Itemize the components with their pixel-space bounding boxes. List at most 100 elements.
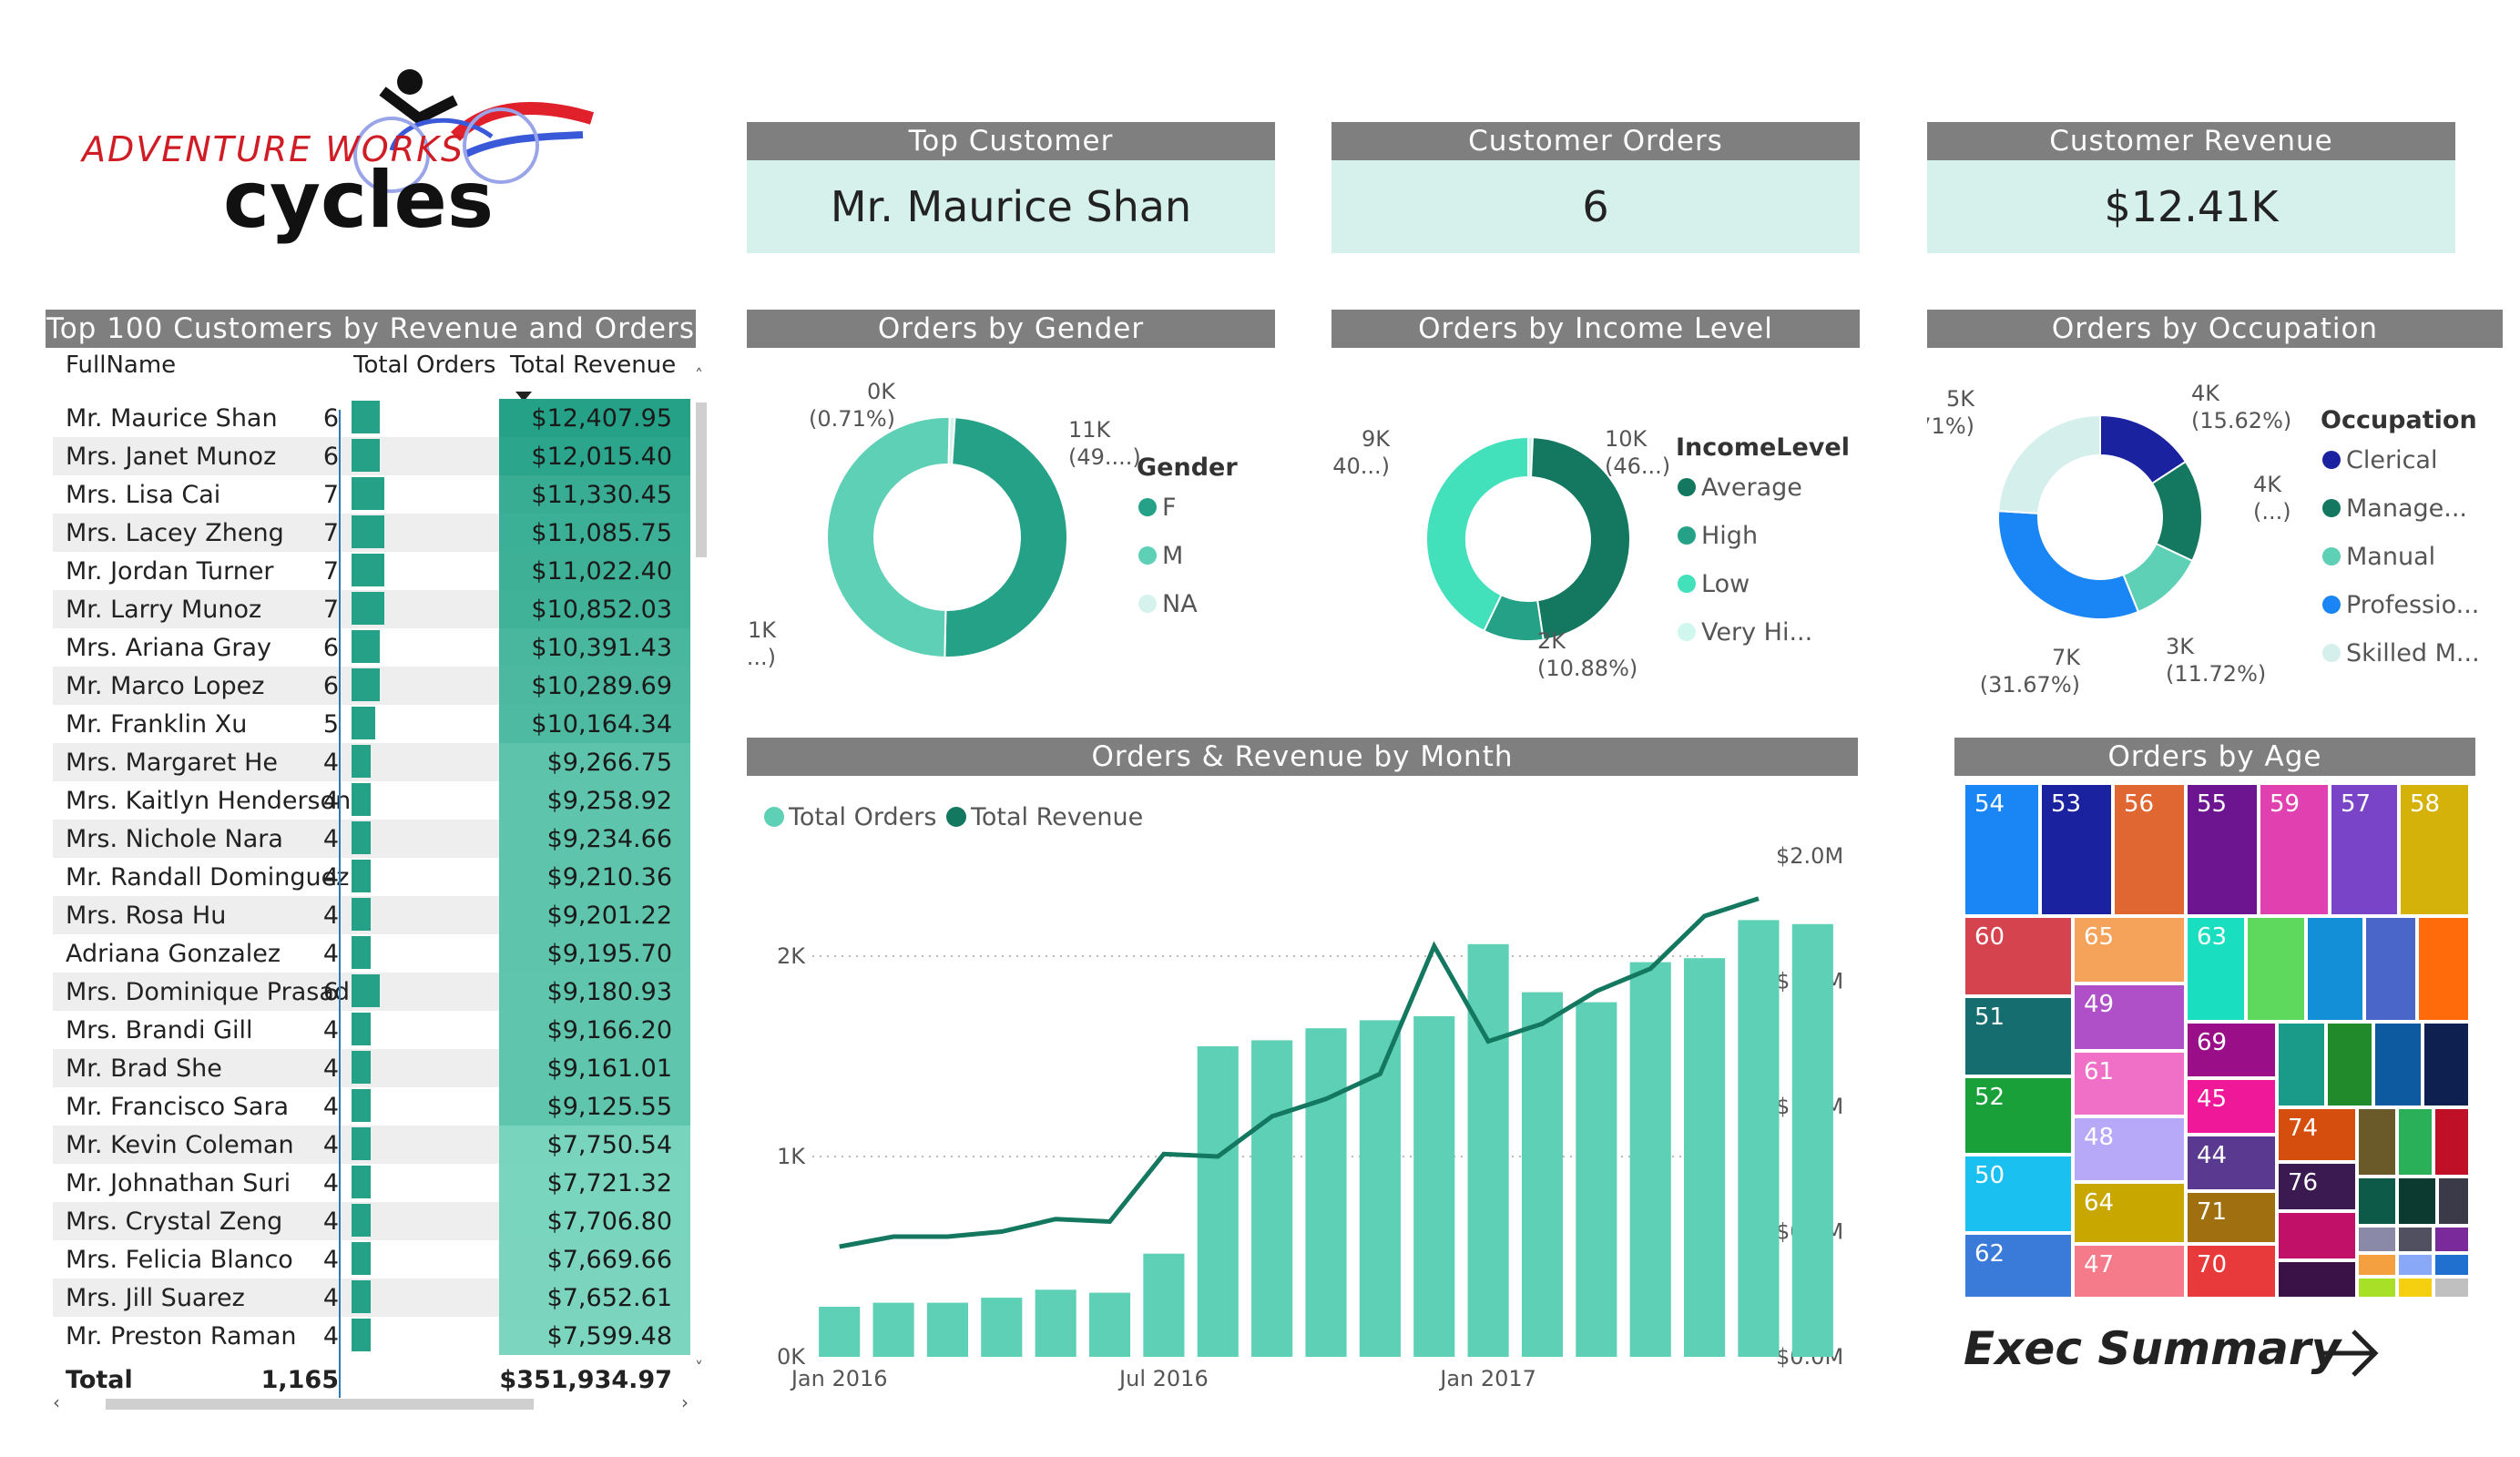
orders-bar[interactable] xyxy=(1791,923,1833,1357)
orders-bar[interactable] xyxy=(1413,1016,1455,1357)
legend-item[interactable]: Professio... xyxy=(2346,591,2479,619)
table-row[interactable]: Mrs. Dominique Prasad 6 $9,180.93 xyxy=(53,973,690,1011)
table-row[interactable]: Mr. Francisco Sara 4 $9,125.55 xyxy=(53,1087,690,1126)
table-row[interactable]: Adriana Gonzalez 4 $9,195.70 xyxy=(53,934,690,973)
vertical-scrollbar[interactable]: ˄ ˅ xyxy=(692,366,710,1378)
legend-item[interactable]: Total Revenue xyxy=(970,803,1143,831)
table-row[interactable]: Mrs. Kaitlyn Henderson 4 $9,258.92 xyxy=(53,781,690,820)
table-row[interactable]: Mrs. Felicia Blanco 4 $7,669.66 xyxy=(53,1240,690,1279)
treemap-cell[interactable] xyxy=(2437,1177,2470,1226)
treemap-cell-age-62[interactable]: 62 xyxy=(1964,1233,2073,1299)
age-treemap[interactable]: 54 53 56 55 59 57 58 60 65 63 51 49 61 69 52 45 48 74 50 44… xyxy=(1964,783,2470,1299)
treemap-cell-age-57[interactable]: 57 xyxy=(2330,783,2399,916)
customer-table[interactable]: FullName Total Orders Total Revenue Mr. … xyxy=(53,352,707,1413)
legend-item[interactable]: Manage... xyxy=(2346,494,2467,523)
donut-slice-professio-[interactable] xyxy=(1997,510,2140,620)
orders-bar[interactable] xyxy=(1197,1046,1239,1357)
table-row[interactable]: Mrs. Janet Munoz 6 $12,015.40 xyxy=(53,437,690,475)
treemap-cell[interactable] xyxy=(2433,1277,2470,1299)
table-row[interactable]: Mrs. Crystal Zeng 4 $7,706.80 xyxy=(53,1202,690,1240)
treemap-cell-age-63[interactable]: 63 xyxy=(2186,916,2246,1022)
orders-bar[interactable] xyxy=(1305,1028,1347,1357)
donut-slice-f[interactable] xyxy=(944,416,1068,658)
table-row[interactable]: Mrs. Brandi Gill 4 $9,166.20 xyxy=(53,1011,690,1049)
donut-slice-skilled-m-[interactable] xyxy=(1997,413,2101,515)
treemap-cell-age-52[interactable]: 52 xyxy=(1964,1076,2073,1155)
treemap-cell[interactable] xyxy=(2364,916,2417,1022)
orders-bar[interactable] xyxy=(1629,962,1671,1357)
treemap-cell[interactable] xyxy=(2373,1022,2423,1107)
table-row[interactable]: Mr. Brad She 4 $9,161.01 xyxy=(53,1049,690,1087)
treemap-cell[interactable] xyxy=(2397,1177,2437,1226)
treemap-cell-age-69[interactable]: 69 xyxy=(2186,1022,2277,1078)
treemap-cell[interactable] xyxy=(2433,1253,2470,1277)
treemap-cell[interactable] xyxy=(2433,1226,2470,1253)
legend-item[interactable]: M xyxy=(1162,542,1183,570)
table-row[interactable]: Mr. Larry Munoz 7 $10,852.03 xyxy=(53,590,690,628)
scroll-up-icon[interactable]: ˄ xyxy=(695,366,703,385)
column-header-fullname[interactable]: FullName xyxy=(66,352,176,379)
treemap-cell[interactable] xyxy=(2357,1226,2397,1253)
treemap-cell[interactable] xyxy=(2433,1107,2470,1177)
treemap-cell[interactable] xyxy=(2306,916,2364,1022)
treemap-cell-age-55[interactable]: 55 xyxy=(2186,783,2259,916)
treemap-cell-age-71[interactable]: 71 xyxy=(2186,1191,2277,1244)
treemap-cell[interactable] xyxy=(2357,1253,2397,1277)
scroll-left-icon[interactable]: ‹ xyxy=(53,1391,60,1413)
treemap-cell-age-76[interactable]: 76 xyxy=(2277,1162,2357,1211)
treemap-cell[interactable] xyxy=(2277,1260,2357,1299)
table-row[interactable]: Mr. Franklin Xu 5 $10,164.34 xyxy=(53,705,690,743)
table-row[interactable]: Mrs. Jill Suarez 4 $7,652.61 xyxy=(53,1279,690,1317)
orders-bar[interactable] xyxy=(1088,1292,1131,1357)
legend-item[interactable]: Average xyxy=(1701,474,1802,502)
column-header-total-revenue[interactable]: Total Revenue xyxy=(510,352,676,379)
table-row[interactable]: Mrs. Lacey Zheng 7 $11,085.75 xyxy=(53,514,690,552)
table-row[interactable]: Mrs. Margaret He 4 $9,266.75 xyxy=(53,743,690,781)
table-row[interactable]: Mr. Preston Raman 4 $7,599.48 xyxy=(53,1317,690,1355)
legend-item[interactable]: High xyxy=(1701,522,1758,550)
donut-slice-very-hi-[interactable] xyxy=(1527,435,1535,479)
table-row[interactable]: Mr. Randall Dominguez 4 $9,210.36 xyxy=(53,858,690,896)
orders-bar[interactable] xyxy=(819,1307,861,1357)
legend-item[interactable]: Very Hi... xyxy=(1701,618,1812,647)
orders-bar[interactable] xyxy=(1467,943,1509,1357)
treemap-cell-age-65[interactable]: 65 xyxy=(2073,916,2186,983)
treemap-cell-age-54[interactable]: 54 xyxy=(1964,783,2040,916)
treemap-cell-age-44[interactable]: 44 xyxy=(2186,1135,2277,1191)
table-row[interactable]: Mr. Jordan Turner 7 $11,022.40 xyxy=(53,552,690,590)
table-row[interactable]: Mr. Marco Lopez 6 $10,289.69 xyxy=(53,667,690,705)
treemap-cell[interactable] xyxy=(2357,1107,2397,1177)
occupation-donut-chart[interactable]: 4K(15.62%)4K(...)3K(11.72%)7K(31.67%)5K(… xyxy=(1927,364,2519,710)
treemap-cell-age-60[interactable]: 60 xyxy=(1964,916,2073,996)
donut-slice-m[interactable] xyxy=(826,416,951,658)
treemap-cell[interactable] xyxy=(2397,1107,2433,1177)
treemap-cell-age-70[interactable]: 70 xyxy=(2186,1244,2277,1299)
legend-item[interactable]: Skilled M... xyxy=(2346,639,2480,667)
treemap-cell-age-48[interactable]: 48 xyxy=(2073,1116,2186,1182)
income-donut-chart[interactable]: 10K(46...) 2K(10.88%) 9K(40...) IncomeLevel… xyxy=(1331,364,1896,710)
exec-summary-link[interactable]: Exec Summary xyxy=(1964,1317,2392,1390)
legend-item[interactable]: F xyxy=(1162,494,1177,522)
treemap-cell[interactable] xyxy=(2397,1277,2433,1299)
orders-bar[interactable] xyxy=(926,1302,968,1357)
orders-bar[interactable] xyxy=(981,1298,1023,1357)
treemap-cell-age-51[interactable]: 51 xyxy=(1964,996,2073,1076)
orders-revenue-combo-chart[interactable]: Total OrdersTotal Revenue0K1K2K$0.0M$0.5… xyxy=(747,783,1885,1421)
treemap-cell-age-74[interactable]: 74 xyxy=(2277,1107,2357,1162)
treemap-cell-age-61[interactable]: 61 xyxy=(2073,1051,2186,1116)
table-row[interactable]: Mrs. Ariana Gray 6 $10,391.43 xyxy=(53,628,690,667)
treemap-cell[interactable] xyxy=(2277,1211,2357,1260)
table-row[interactable]: Mrs. Lisa Cai 7 $11,330.45 xyxy=(53,475,690,514)
treemap-cell[interactable] xyxy=(2246,916,2306,1022)
table-row[interactable]: Mr. Kevin Coleman 4 $7,750.54 xyxy=(53,1126,690,1164)
treemap-cell[interactable] xyxy=(2397,1253,2433,1277)
table-row[interactable]: Mr. Maurice Shan 6 $12,407.95 xyxy=(53,399,690,437)
scrollbar-thumb[interactable] xyxy=(696,402,707,557)
orders-bar[interactable] xyxy=(1521,992,1564,1357)
revenue-line[interactable] xyxy=(839,896,1760,1249)
treemap-cell[interactable] xyxy=(2357,1277,2397,1299)
orders-bar[interactable] xyxy=(1035,1289,1076,1357)
table-row[interactable]: Mrs. Nichole Nara 4 $9,234.66 xyxy=(53,820,690,858)
orders-bar[interactable] xyxy=(1576,1002,1617,1357)
treemap-cell-age-47[interactable]: 47 xyxy=(2073,1244,2186,1299)
